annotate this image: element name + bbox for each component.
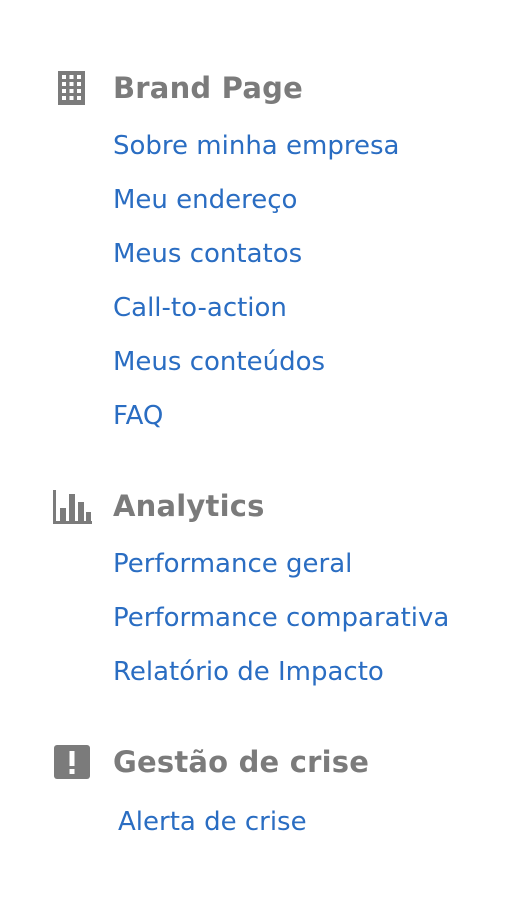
nav-link-meu-endereco[interactable]: Meu endereço	[113, 183, 297, 217]
nav-link-performance-geral[interactable]: Performance geral	[113, 547, 352, 581]
alert-icon	[54, 745, 90, 779]
nav-link-call-to-action[interactable]: Call-to-action	[113, 291, 287, 325]
nav-link-meus-conteudos[interactable]: Meus conteúdos	[113, 345, 325, 379]
nav-link-meus-contatos[interactable]: Meus contatos	[113, 237, 302, 271]
section-title-brand-page: Brand Page	[113, 71, 303, 105]
nav-link-performance-comparativa[interactable]: Performance comparativa	[113, 601, 449, 635]
section-title-analytics: Analytics	[113, 489, 265, 523]
nav-link-alerta-de-crise[interactable]: Alerta de crise	[118, 805, 307, 839]
bar-chart-icon	[53, 490, 92, 524]
section-header-gestao-de-crise: Gestão de crise	[0, 742, 524, 782]
nav-link-faq[interactable]: FAQ	[113, 399, 163, 433]
section-header-analytics: Analytics	[0, 486, 524, 526]
nav-link-relatorio-de-impacto[interactable]: Relatório de Impacto	[113, 655, 384, 689]
building-icon	[58, 71, 85, 105]
section-header-brand-page: Brand Page	[0, 68, 524, 108]
section-title-gestao-de-crise: Gestão de crise	[113, 745, 370, 779]
nav-link-sobre-minha-empresa[interactable]: Sobre minha empresa	[113, 129, 399, 163]
